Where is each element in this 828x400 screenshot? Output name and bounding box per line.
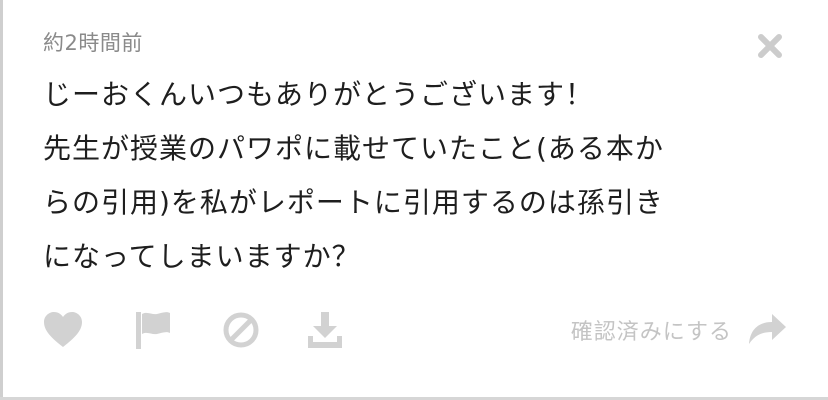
action-bar: 確認済みにする	[0, 304, 828, 356]
share-arrow-icon	[749, 314, 786, 344]
message-card: 約2時間前 じーおくんいつもありがとうございます！ 先生が授業のパワポに載せてい…	[0, 0, 828, 400]
heart-icon	[44, 312, 82, 347]
message-line: らの引用)を私がレポートに引用するのは孫引き	[43, 186, 664, 219]
report-button[interactable]	[130, 304, 176, 356]
close-button[interactable]	[752, 28, 788, 64]
message-body: じーおくんいつもありがとうございます！ 先生が授業のパワポに載せていたこと(ある…	[43, 68, 763, 284]
timestamp: 約2時間前	[43, 31, 143, 55]
confirm-label: 確認済みにする	[570, 320, 732, 345]
message-line: 先生が授業のパワポに載せていたこと(ある本か	[43, 132, 664, 165]
block-button[interactable]	[218, 304, 264, 356]
close-icon	[758, 34, 782, 58]
prohibit-icon	[223, 312, 259, 348]
download-button[interactable]	[302, 304, 348, 356]
flag-icon	[136, 312, 170, 349]
like-button[interactable]	[40, 304, 86, 356]
download-icon	[308, 312, 342, 348]
confirm-button[interactable]: 確認済みにする	[571, 304, 788, 356]
message-line: じーおくんいつもありがとうございます！	[43, 78, 595, 111]
message-line: になってしまいますか？	[43, 240, 361, 273]
